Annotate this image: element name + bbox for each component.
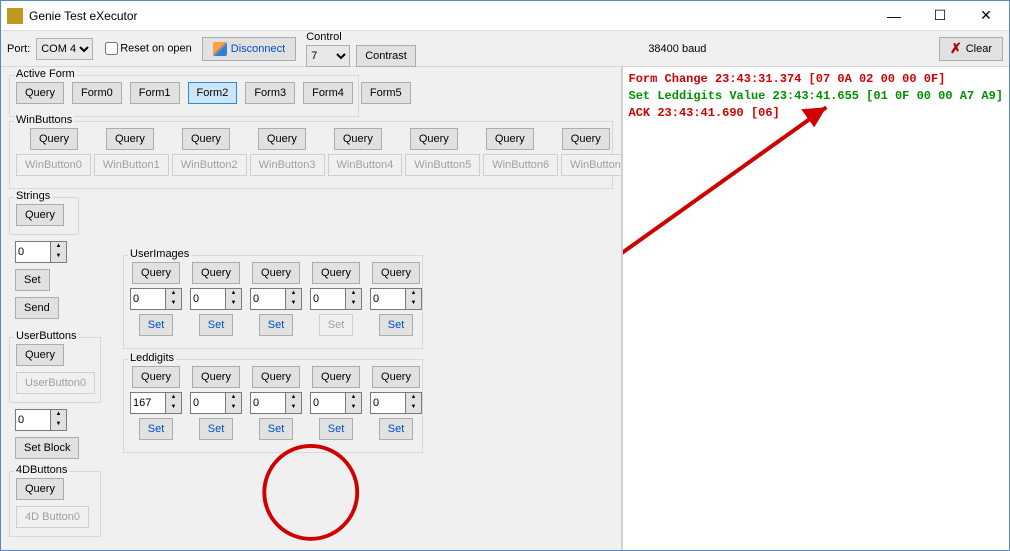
winbutton-query-6[interactable]: Query [486,128,534,150]
userimages-spin-0[interactable]: ▲▼ [130,288,182,310]
strings-query[interactable]: Query [16,204,64,226]
form-tab-5[interactable]: Form5 [361,82,411,104]
winbutton-6: WinButton6 [483,154,558,176]
userbuttons-setblock[interactable]: Set Block [15,437,79,459]
log-line: Form Change 23:43:31.374 [07 0A 02 00 00… [629,71,1003,88]
leddigits-set-4[interactable]: Set [379,418,414,440]
leddigits-spin-0[interactable]: ▲▼ [130,392,182,414]
userimages-set-1[interactable]: Set [199,314,234,336]
winbutton-5: WinButton5 [405,154,480,176]
disconnect-icon [213,42,227,56]
userimages-query-0[interactable]: Query [132,262,180,284]
fourd-query[interactable]: Query [16,478,64,500]
activeform-label: Active Form [14,68,77,80]
winbutton-7: WinButton7 [561,154,620,176]
log-line: ACK 23:43:41.690 [06] [629,105,1003,122]
leddigits-set-0[interactable]: Set [139,418,174,440]
leddigits-spin-4[interactable]: ▲▼ [370,392,422,414]
port-label: Port: [7,43,30,55]
form-tab-2[interactable]: Form2 [188,82,238,104]
clear-button[interactable]: ✗ Clear [939,37,1003,61]
userimages-query-3[interactable]: Query [312,262,360,284]
leddigits-query-1[interactable]: Query [192,366,240,388]
disconnect-button[interactable]: Disconnect [202,37,296,61]
leddigits-set-3[interactable]: Set [319,418,354,440]
form-tab-4[interactable]: Form4 [303,82,353,104]
winbutton-4: WinButton4 [328,154,403,176]
userbuttons-label: UserButtons [14,330,79,342]
clear-icon: ✗ [950,40,962,57]
control-select[interactable]: 7 [306,45,350,67]
winbutton-query-0[interactable]: Query [30,128,78,150]
strings-spin[interactable]: ▲▼ [15,241,67,263]
winbutton-1: WinButton1 [94,154,169,176]
leddigits-query-4[interactable]: Query [372,366,420,388]
winbutton-2: WinButton2 [172,154,247,176]
fourd-button0: 4D Button0 [16,506,89,528]
userimages-label: UserImages [128,248,191,260]
strings-set[interactable]: Set [15,269,50,291]
userimages-spin-1[interactable]: ▲▼ [190,288,242,310]
userimages-set-3: Set [319,314,354,336]
userimages-spin-4[interactable]: ▲▼ [370,288,422,310]
userbuttons-spin[interactable]: ▲▼ [15,409,67,431]
leddigits-spin-3[interactable]: ▲▼ [310,392,362,414]
winbutton-query-4[interactable]: Query [334,128,382,150]
winbutton-query-1[interactable]: Query [106,128,154,150]
winbutton-3: WinButton3 [250,154,325,176]
userimages-set-0[interactable]: Set [139,314,174,336]
userimages-spin-2[interactable]: ▲▼ [250,288,302,310]
window-title: Genie Test eXecutor [29,9,871,23]
app-icon [7,8,23,24]
leddigits-query-0[interactable]: Query [132,366,180,388]
port-select[interactable]: COM 4 [36,38,93,60]
leddigits-query-3[interactable]: Query [312,366,360,388]
winbuttons-label: WinButtons [14,114,74,126]
userimages-query-2[interactable]: Query [252,262,300,284]
winbutton-query-3[interactable]: Query [258,128,306,150]
contrast-button[interactable]: Contrast [356,45,416,67]
leddigits-label: Leddigits [128,352,176,364]
close-button[interactable]: ✕ [963,1,1009,30]
leddigits-set-2[interactable]: Set [259,418,294,440]
control-label: Control [306,31,416,43]
userimages-set-2[interactable]: Set [259,314,294,336]
userimages-set-4[interactable]: Set [379,314,414,336]
userimages-query-1[interactable]: Query [192,262,240,284]
activeform-query[interactable]: Query [16,82,64,104]
strings-send[interactable]: Send [15,297,59,319]
reset-on-open[interactable]: Reset on open [105,42,192,55]
fourd-label: 4DButtons [14,464,69,476]
leddigits-set-1[interactable]: Set [199,418,234,440]
winbutton-0: WinButton0 [16,154,91,176]
form-tab-3[interactable]: Form3 [245,82,295,104]
userimages-query-4[interactable]: Query [372,262,420,284]
form-tab-0[interactable]: Form0 [72,82,122,104]
winbutton-query-5[interactable]: Query [410,128,458,150]
form-tab-1[interactable]: Form1 [130,82,180,104]
userbutton0: UserButton0 [16,372,95,394]
winbutton-query-7[interactable]: Query [562,128,610,150]
leddigits-spin-2[interactable]: ▲▼ [250,392,302,414]
userbuttons-query[interactable]: Query [16,344,64,366]
baud-label: 38400 baud [422,43,933,55]
log-line: Set Leddigits Value 23:43:41.655 [01 0F … [629,88,1003,105]
maximize-button[interactable]: ☐ [917,1,963,30]
winbutton-query-2[interactable]: Query [182,128,230,150]
minimize-button[interactable]: — [871,1,917,30]
strings-label: Strings [14,190,52,202]
leddigits-spin-1[interactable]: ▲▼ [190,392,242,414]
leddigits-query-2[interactable]: Query [252,366,300,388]
userimages-spin-3[interactable]: ▲▼ [310,288,362,310]
